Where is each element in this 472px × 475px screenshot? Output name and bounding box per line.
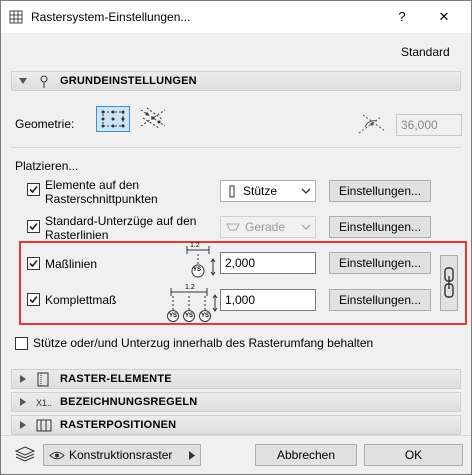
eye-icon	[49, 451, 65, 460]
preset-label[interactable]: Standard	[401, 45, 450, 59]
dimension-badge: YS	[193, 267, 202, 273]
ok-button[interactable]: OK	[364, 444, 463, 466]
dimension-lines-label: Maßlinien	[45, 257, 98, 271]
layer-select-value: Konstruktionsraster	[69, 448, 173, 462]
beams-label-line2: Rasterlinien	[45, 228, 109, 242]
keep-inside-label: Stütze oder/und Unterzug innerhalb des R…	[33, 336, 374, 350]
dialog: Rastersystem-Einstellungen... ? ✕ Standa…	[0, 0, 472, 475]
elements-settings-button[interactable]: Einstellungen...	[329, 180, 431, 202]
chevron-down-icon	[301, 188, 311, 194]
beams-checkbox[interactable]	[27, 220, 40, 233]
elements-checkbox[interactable]	[27, 183, 40, 196]
footer-divider	[1, 435, 471, 436]
beams-select[interactable]: Gerade	[220, 216, 316, 238]
checkmark-icon	[29, 222, 38, 231]
elements-select-value: Stütze	[243, 184, 278, 198]
section-label: RASTER-ELEMENTE	[60, 373, 172, 385]
dimension-lines-checkbox[interactable]	[27, 257, 40, 270]
dimension-lines-input[interactable]: 2,000	[220, 252, 316, 274]
complete-dimension-top-label: 1.2	[185, 284, 195, 291]
elements-label-line1: Elemente auf den	[45, 178, 140, 192]
geometry-label: Geometrie:	[15, 117, 75, 131]
divider	[11, 147, 461, 148]
section-label: GRUNDEINSTELLUNGEN	[60, 75, 197, 87]
grid-elements-icon	[37, 372, 49, 387]
chevron-right-icon	[189, 451, 195, 460]
collapse-triangle-icon	[19, 78, 27, 84]
elements-label-line2: Rasterschnittpunkten	[45, 192, 158, 206]
beams-label-line1: Standard-Unterzüge auf den	[45, 214, 197, 228]
title-bar: Rastersystem-Einstellungen... ? ✕	[1, 1, 471, 33]
section-grid-positions[interactable]: RASTERPOSITIONEN	[11, 415, 461, 435]
skewed-grid-icon	[140, 107, 166, 129]
section-basic-settings[interactable]: GRUNDEINSTELLUNGEN	[11, 71, 461, 91]
beam-icon	[226, 223, 240, 231]
layers-icon	[15, 446, 35, 462]
geometry-rectangular-button[interactable]	[96, 106, 130, 132]
app-icon	[9, 10, 23, 24]
rectangular-grid-icon	[101, 110, 125, 128]
beams-settings-button[interactable]: Einstellungen...	[329, 216, 431, 238]
column-icon	[229, 185, 235, 198]
complete-dimension-settings-button[interactable]: Einstellungen...	[329, 289, 431, 311]
section-naming-rules[interactable]: X1.. BEZEICHNUNGSREGELN	[11, 392, 461, 412]
angle-input[interactable]: 36,000	[396, 114, 462, 136]
elements-select[interactable]: Stütze	[220, 180, 316, 202]
section-label: RASTERPOSITIONEN	[60, 419, 177, 431]
expand-triangle-icon	[20, 398, 26, 406]
window-title: Rastersystem-Einstellungen...	[31, 10, 191, 24]
section-label: BEZEICHNUNGSREGELN	[60, 396, 198, 408]
link-toggle-button[interactable]	[440, 255, 458, 311]
checkmark-icon	[29, 185, 38, 194]
checkmark-icon	[29, 295, 38, 304]
place-heading: Platzieren...	[15, 159, 79, 173]
geometry-skewed-button[interactable]	[137, 106, 171, 132]
chevron-down-icon	[301, 224, 311, 230]
grid-positions-icon	[36, 419, 52, 432]
section-grid-elements[interactable]: RASTER-ELEMENTE	[11, 369, 461, 389]
pin-icon	[40, 75, 48, 88]
checkmark-icon	[29, 259, 38, 268]
complete-dimension-checkbox[interactable]	[27, 293, 40, 306]
beams-select-value: Gerade	[245, 220, 286, 234]
naming-icon: X1..	[36, 398, 52, 408]
dimension-line-icon	[186, 246, 216, 278]
expand-triangle-icon	[20, 375, 26, 383]
complete-dimension-input[interactable]: 1,000	[220, 289, 316, 311]
dimension-top-label: 1.2	[190, 242, 200, 249]
keep-inside-checkbox[interactable]	[15, 337, 28, 350]
cancel-button[interactable]: Abbrechen	[255, 444, 357, 466]
complete-dimension-badge-3: YS	[201, 313, 210, 319]
chain-link-icon	[444, 267, 454, 298]
close-button[interactable]: ✕	[429, 5, 459, 29]
layer-select[interactable]: Konstruktionsraster	[43, 444, 201, 466]
svg-text:X1..: X1..	[36, 398, 52, 408]
dimension-lines-settings-button[interactable]: Einstellungen...	[329, 252, 431, 274]
complete-dimension-badge-1: YS	[169, 313, 178, 319]
complete-dimension-label: Komplettmaß	[45, 293, 117, 307]
help-button[interactable]: ?	[389, 5, 415, 29]
angle-icon	[358, 114, 386, 134]
complete-dimension-badge-2: YS	[185, 313, 194, 319]
expand-triangle-icon	[20, 421, 26, 429]
